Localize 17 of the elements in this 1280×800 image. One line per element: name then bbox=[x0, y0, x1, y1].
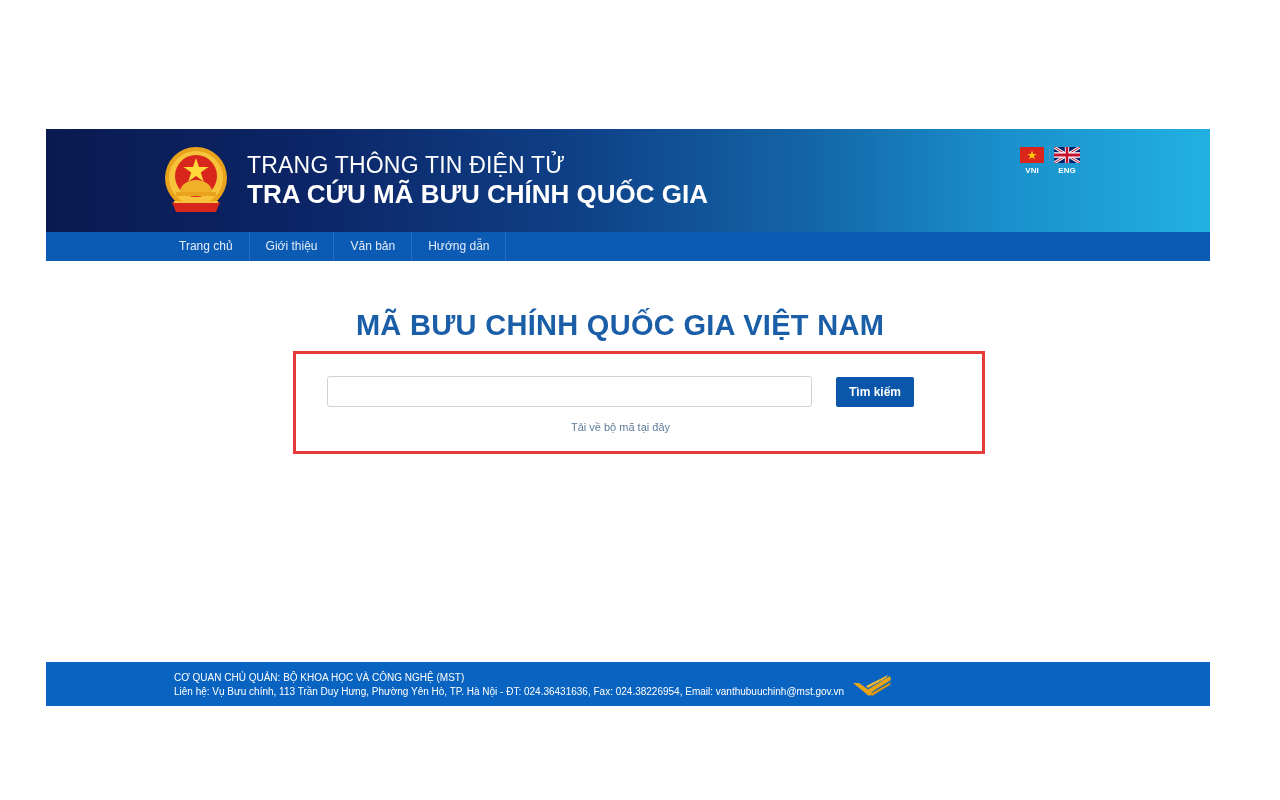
envelope-logo-icon bbox=[852, 673, 893, 699]
nav-link[interactable]: Giới thiệu bbox=[249, 232, 335, 261]
footer-contact: Liên hệ: Vụ Bưu chính, 113 Trần Duy Hưng, Phường Yên Hò, TP. Hà Nội - ĐT: 024.36431636, Fax: 024.38226954, Email: vanthubuuchinh@mst.gov.vn bbox=[174, 685, 845, 699]
site-subtitle: TRA CỨU MÃ BƯU CHÍNH QUỐC GIA bbox=[247, 177, 710, 210]
language-link[interactable]: VNI bbox=[1020, 147, 1044, 176]
site-title: TRANG THÔNG TIN ĐIỆN TỬ bbox=[247, 151, 567, 178]
nav-link[interactable]: Văn bản bbox=[334, 232, 413, 261]
vietnam-flag-icon bbox=[1020, 147, 1044, 163]
footer-owner: CƠ QUAN CHỦ QUẢN: BỘ KHOA HỌC VÀ CÔNG NGHỆ (MST) bbox=[174, 671, 466, 685]
uk-flag-icon bbox=[1054, 147, 1080, 163]
search-button[interactable]: Tìm kiếm bbox=[836, 376, 914, 407]
page-heading: MÃ BƯU CHÍNH QUỐC GIA VIỆT NAM bbox=[354, 307, 886, 343]
download-link[interactable]: Tải về bộ mã tại đây bbox=[570, 421, 671, 433]
nav-link[interactable]: Hướng dẫn bbox=[412, 232, 507, 261]
nav-link[interactable]: Trang chủ bbox=[163, 232, 250, 261]
search-field[interactable] bbox=[327, 376, 812, 407]
language-link[interactable]: ENG bbox=[1054, 147, 1080, 176]
